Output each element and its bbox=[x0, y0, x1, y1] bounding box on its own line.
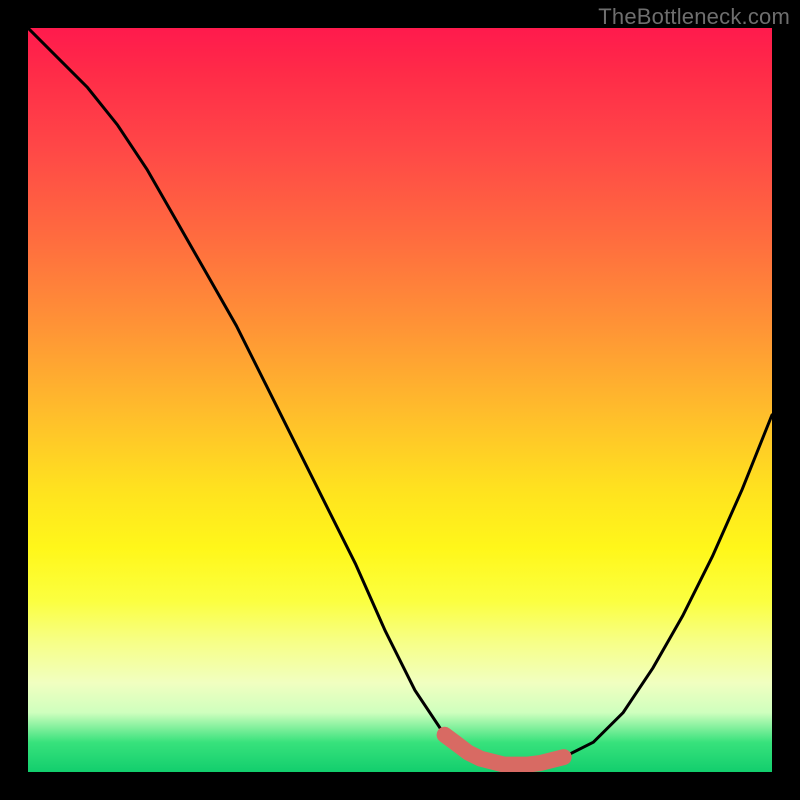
optimal-range-highlight bbox=[445, 735, 564, 765]
plot-area bbox=[28, 28, 772, 772]
attribution-label: TheBottleneck.com bbox=[598, 4, 790, 30]
curve-overlay bbox=[28, 28, 772, 772]
bottleneck-curve bbox=[28, 28, 772, 765]
chart-container: TheBottleneck.com bbox=[0, 0, 800, 800]
